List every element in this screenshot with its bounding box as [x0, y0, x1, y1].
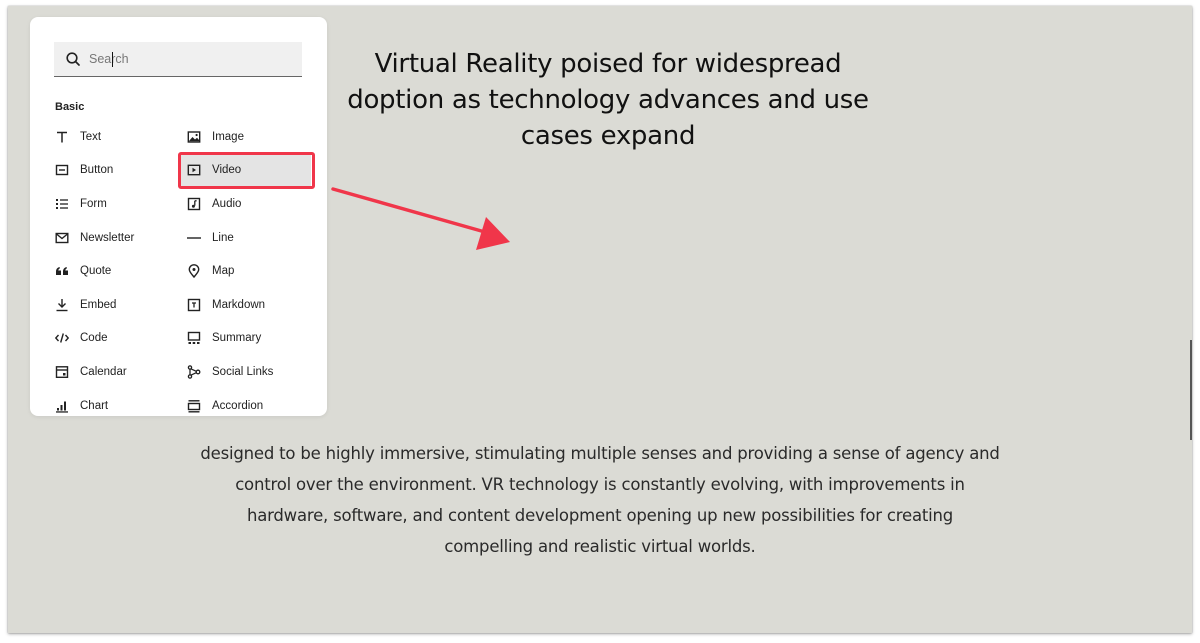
body-line: compelling and realistic virtual worlds. [444, 537, 756, 556]
block-label: Summary [212, 332, 262, 345]
block-label: Markdown [212, 298, 266, 311]
quote-icon [55, 264, 69, 278]
block-item-code[interactable]: Code [47, 322, 179, 356]
chart-icon [55, 399, 69, 413]
headline[interactable]: Virtual Reality poised for widespread do… [328, 46, 888, 154]
block-item-summary[interactable]: Summary [179, 322, 311, 356]
search-box[interactable] [54, 42, 302, 77]
form-icon [55, 197, 69, 211]
newsletter-icon [55, 231, 69, 245]
block-label: Line [212, 231, 234, 244]
block-item-video[interactable]: Video [179, 153, 311, 188]
search-input[interactable] [89, 49, 289, 69]
block-label: Form [80, 197, 107, 210]
section-label-basic: Basic [55, 101, 85, 113]
block-column-right: Image Video Audio Line Map Markdown Summ… [179, 120, 311, 416]
search-icon [66, 52, 80, 66]
body-line: hardware, software, and content developm… [246, 506, 954, 525]
body-paragraph[interactable]: designed to be highly immersive, stimula… [170, 438, 1030, 562]
block-column-left: Text Button Form Newsletter Quote Embed … [47, 120, 179, 416]
block-item-line[interactable]: Line [179, 221, 311, 255]
audio-icon [187, 197, 201, 211]
block-label: Map [212, 265, 235, 278]
accordion-icon [187, 399, 201, 413]
text-caret [112, 52, 113, 67]
map-pin-icon [187, 264, 201, 279]
block-item-quote[interactable]: Quote [47, 254, 179, 288]
code-icon [55, 331, 69, 345]
block-label: Social Links [212, 365, 274, 378]
image-icon [187, 130, 201, 144]
text-icon [55, 130, 69, 144]
block-label: Embed [80, 298, 117, 311]
block-label: Accordion [212, 399, 264, 412]
add-block-panel: Basic Text Button Form [30, 17, 327, 416]
block-item-button[interactable]: Button [47, 154, 179, 188]
block-label: Chart [80, 399, 109, 412]
block-label: Audio [212, 197, 242, 210]
scrollbar[interactable] [1190, 340, 1192, 440]
calendar-icon [55, 365, 69, 379]
block-item-social-links[interactable]: Social Links [179, 355, 311, 389]
block-item-image[interactable]: Image [179, 120, 311, 154]
social-links-icon [187, 365, 201, 379]
headline-line: cases expand [520, 121, 696, 151]
block-item-embed[interactable]: Embed [47, 288, 179, 322]
block-label: Button [80, 164, 114, 177]
block-item-markdown[interactable]: Markdown [179, 288, 311, 322]
block-item-chart[interactable]: Chart [47, 389, 179, 416]
block-label: Video [212, 164, 242, 177]
block-item-calendar[interactable]: Calendar [47, 355, 179, 389]
block-label: Image [212, 130, 244, 143]
block-item-newsletter[interactable]: Newsletter [47, 221, 179, 255]
markdown-icon [187, 298, 201, 312]
block-label: Calendar [80, 365, 127, 378]
block-item-text[interactable]: Text [47, 120, 179, 154]
embed-icon [55, 298, 69, 312]
block-item-accordion[interactable]: Accordion [179, 389, 311, 416]
summary-icon [187, 331, 201, 345]
video-icon [187, 163, 201, 177]
button-icon [55, 163, 69, 177]
block-label: Quote [80, 265, 112, 278]
headline-line: Virtual Reality poised for widespread [374, 49, 842, 79]
body-line: control over the environment. VR technol… [235, 475, 965, 494]
block-item-form[interactable]: Form [47, 187, 179, 221]
block-label: Text [80, 130, 102, 143]
block-label: Newsletter [80, 231, 135, 244]
block-label: Code [80, 332, 108, 345]
block-item-map[interactable]: Map [179, 254, 311, 288]
line-icon [187, 231, 201, 245]
body-line: designed to be highly immersive, stimula… [200, 444, 1000, 463]
block-item-audio[interactable]: Audio [179, 187, 311, 221]
headline-line: doption as technology advances and use [347, 85, 869, 115]
